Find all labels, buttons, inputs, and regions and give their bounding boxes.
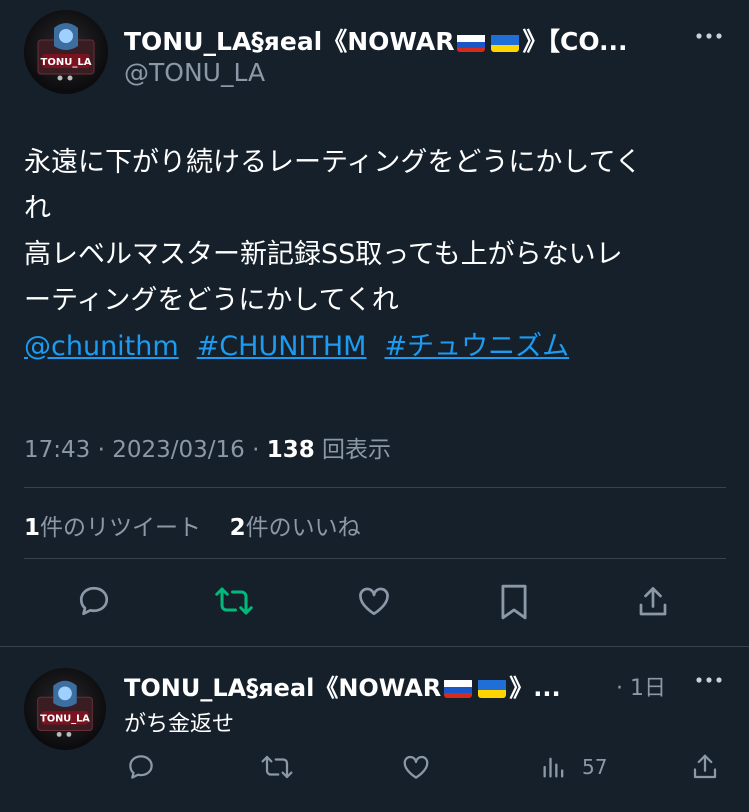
hashtag-link-chuunism[interactable]: #チュウニズム bbox=[384, 331, 569, 362]
retweets-stat[interactable]: 1件のリツイート bbox=[24, 515, 201, 541]
reply-share-icon[interactable] bbox=[690, 751, 720, 783]
russia-flag-icon bbox=[457, 32, 486, 52]
divider bbox=[24, 487, 726, 488]
share-icon[interactable] bbox=[635, 583, 671, 621]
author-avatar[interactable]: TONU_LA bbox=[24, 10, 108, 94]
views-count: 138 bbox=[266, 437, 315, 463]
avatar-text: TONU_LA bbox=[40, 714, 90, 725]
engagement-stats: 1件のリツイート 2件のいいね bbox=[24, 508, 361, 542]
heart-icon[interactable] bbox=[355, 583, 393, 619]
russia-flag-icon bbox=[444, 678, 473, 698]
analytics-icon[interactable] bbox=[540, 753, 568, 781]
views-label: 回表示 bbox=[314, 437, 392, 463]
divider bbox=[24, 558, 726, 559]
reply-icon[interactable] bbox=[76, 583, 112, 619]
mention-link[interactable]: @chunithm bbox=[24, 331, 179, 362]
more-horizontal-icon[interactable] bbox=[694, 24, 724, 53]
reply-author-avatar[interactable]: TONU_LA bbox=[24, 668, 106, 750]
hashtag-link-chunithm[interactable]: #CHUNITHM bbox=[197, 331, 367, 362]
ukraine-flag-icon bbox=[478, 678, 507, 698]
bookmark-icon[interactable] bbox=[498, 583, 530, 621]
tweet-text: 永遠に下がり続けるレーティングをどうにかしてく れ 高レベルマスター新記録SS取… bbox=[24, 140, 724, 370]
avatar-text: TONU_LA bbox=[41, 57, 92, 68]
tweet-meta: 17:43 · 2023/03/16 · 138 回表示 bbox=[24, 430, 391, 464]
tweet-links: @chunithm #CHUNITHM #チュウニズム bbox=[24, 324, 724, 370]
reply-retweet-icon[interactable] bbox=[260, 752, 294, 782]
reply-author-name[interactable]: TONU_LA§яeal《NOWAR 》... bbox=[124, 668, 614, 703]
reply-views-count: 57 bbox=[582, 755, 608, 779]
reply-text: がち金返せ bbox=[124, 712, 235, 737]
reply-more-horizontal-icon[interactable] bbox=[694, 668, 724, 697]
tweet-timestamp[interactable]: 17:43 · 2023/03/16 · bbox=[24, 437, 267, 463]
ukraine-flag-icon bbox=[491, 32, 520, 52]
author-name[interactable]: TONU_LA§яeal《NOWAR 》【CO... bbox=[124, 22, 694, 58]
reply-timestamp[interactable]: · 1日 bbox=[616, 670, 666, 702]
author-handle[interactable]: @TONU_LA bbox=[124, 58, 265, 87]
reply-heart-icon[interactable] bbox=[400, 752, 432, 782]
reply-reply-icon[interactable] bbox=[126, 752, 156, 782]
likes-stat[interactable]: 2件のいいね bbox=[230, 515, 361, 541]
divider bbox=[0, 646, 749, 647]
retweet-icon[interactable] bbox=[214, 583, 254, 619]
